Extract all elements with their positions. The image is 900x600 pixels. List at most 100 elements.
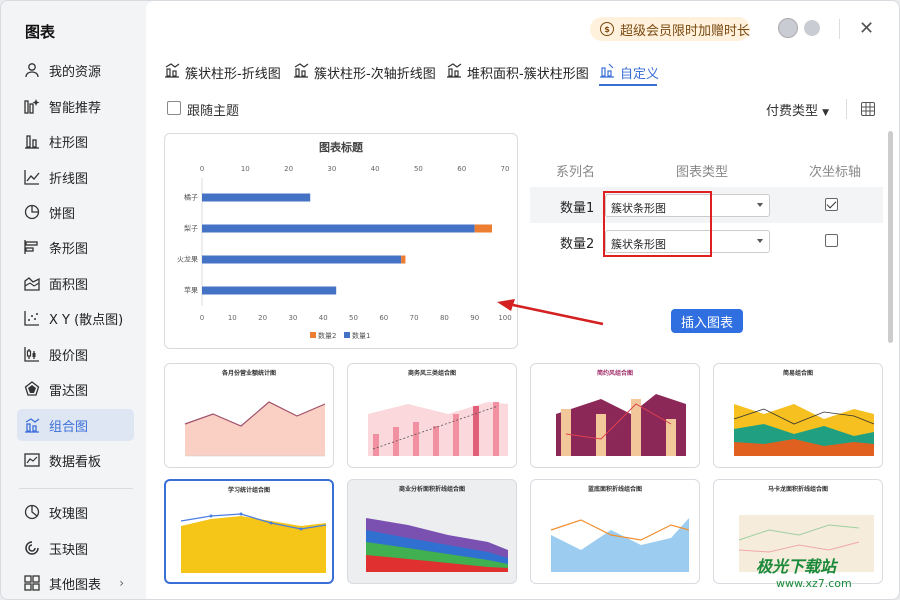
promo-text: 超级会员限时加赠时长	[620, 23, 751, 39]
legend-label: 数量1	[352, 331, 370, 340]
bar-数量1	[202, 193, 311, 202]
user-icon	[23, 61, 41, 79]
tab-label: 簇状柱形-折线图	[185, 66, 281, 82]
sidebar-item-jade[interactable]: 玉玦图	[17, 532, 134, 564]
follow-theme-checkbox[interactable]	[167, 101, 181, 115]
sidebar-item-stock[interactable]: 股价图	[17, 338, 134, 370]
sidebar-item-label: 条形图	[49, 241, 89, 257]
sidebar-item-label: 我的资源	[49, 64, 102, 80]
template-card[interactable]: 简易组合图	[713, 363, 883, 468]
category-label: 苹果	[184, 286, 198, 295]
other-charts-icon	[23, 574, 41, 592]
toolbar-divider	[846, 99, 847, 119]
watermark-url: www.xz7.com	[776, 577, 852, 590]
area-chart-icon	[23, 274, 41, 292]
bar-数量1	[202, 255, 402, 264]
main-panel: $ 超级会员限时加赠时长 ✕ 簇状柱形-折线图 簇状柱形-次轴折线图 堆积面积-…	[146, 1, 899, 599]
template-card[interactable]: 商务风三类组合图	[347, 363, 517, 468]
header-divider	[839, 19, 840, 39]
bottom-tick-label: 0	[200, 314, 204, 322]
top-tick-label: 30	[327, 165, 336, 173]
combo-chart-icon	[164, 62, 180, 82]
template-card[interactable]: 学习统计组合图	[164, 479, 334, 584]
tab-label: 堆积面积-簇状柱形图	[467, 66, 589, 82]
chevron-right-icon: ›	[119, 576, 124, 590]
top-tick-label: 50	[414, 165, 423, 173]
paid-type-label: 付费类型	[766, 104, 819, 119]
avatar[interactable]	[778, 18, 798, 38]
caret-down-icon	[757, 239, 763, 243]
bar-chart-icon	[23, 238, 41, 256]
sidebar-item-label: 智能推荐	[49, 100, 102, 116]
sidebar-item-smart-recommend[interactable]: 智能推荐	[17, 90, 134, 122]
template-card[interactable]: 商业分析面积折线组合图	[347, 479, 517, 584]
sidebar-item-label: 玫瑰图	[49, 506, 89, 522]
settings-icon[interactable]	[804, 20, 820, 36]
series-name: 数量1	[560, 201, 595, 216]
sidebar-item-label: 数据看板	[49, 454, 102, 470]
annotation-arrow	[497, 299, 604, 326]
sidebar-item-pie[interactable]: 饼图	[17, 196, 134, 228]
sidebar-item-my-resources[interactable]: 我的资源	[17, 54, 134, 86]
sidebar-item-dashboard[interactable]: 数据看板	[17, 444, 134, 476]
template-card[interactable]: 简约风组合图	[530, 363, 700, 468]
top-tick-label: 40	[371, 165, 380, 173]
column-chart-icon	[23, 132, 41, 150]
close-icon[interactable]: ✕	[859, 18, 874, 39]
template-card[interactable]: 各月份营业额统计图	[164, 363, 334, 468]
template-preview	[733, 404, 875, 456]
dashboard-icon	[23, 451, 41, 469]
insert-chart-button[interactable]: 插入图表	[671, 309, 743, 333]
chart-title: 图表标题	[319, 140, 364, 154]
sidebar-divider	[19, 488, 133, 489]
tab-stacked-area-column[interactable]: 堆积面积-簇状柱形图	[446, 61, 589, 83]
secondary-axis-checkbox[interactable]	[825, 198, 838, 211]
category-label: 梨子	[184, 224, 198, 233]
sidebar-item-combo[interactable]: 组合图	[17, 409, 134, 441]
scatter-chart-icon	[23, 309, 41, 327]
tab-cluster-secondary-line[interactable]: 簇状柱形-次轴折线图	[293, 61, 436, 83]
bottom-tick-label: 70	[410, 314, 419, 322]
combo-chart-icon	[23, 416, 41, 434]
watermark-logo: 极光下载站	[756, 557, 837, 576]
paid-type-dropdown[interactable]: 付费类型 ▼	[766, 100, 829, 119]
tab-custom[interactable]: 自定义	[599, 61, 659, 83]
sidebar-item-label: 其他图表	[49, 577, 102, 593]
sidebar-item-rose[interactable]: 玫瑰图	[17, 496, 134, 528]
col-header-chart-type: 图表类型	[676, 165, 729, 180]
sidebar-item-line[interactable]: 折线图	[17, 161, 134, 193]
sidebar-item-bar[interactable]: 条形图	[17, 231, 134, 263]
sidebar-item-label: 面积图	[49, 277, 89, 293]
sidebar-item-label: 饼图	[49, 206, 76, 222]
custom-chart-icon	[599, 62, 615, 82]
grid-view-icon[interactable]	[861, 102, 875, 116]
legend-swatch	[344, 332, 350, 338]
smart-icon	[23, 97, 41, 115]
sidebar-item-other[interactable]: 其他图表 ›	[17, 567, 134, 599]
bar-数量1	[202, 224, 475, 233]
sidebar-item-label: 组合图	[49, 419, 89, 435]
sidebar-item-scatter[interactable]: X Y (散点图)	[17, 302, 134, 334]
chart-dialog: 图表 我的资源 智能推荐 柱形图 折线图 饼图 条形图 面积图 X Y (散点图…	[0, 0, 900, 600]
sidebar: 图表 我的资源 智能推荐 柱形图 折线图 饼图 条形图 面积图 X Y (散点图…	[1, 1, 146, 599]
tab-cluster-line[interactable]: 簇状柱形-折线图	[164, 61, 281, 83]
promo-badge[interactable]: $ 超级会员限时加赠时长	[590, 17, 750, 41]
secondary-axis-checkbox[interactable]	[825, 234, 838, 247]
sidebar-item-column[interactable]: 柱形图	[17, 125, 134, 157]
caret-down-icon: ▼	[822, 108, 830, 118]
jade-ring-icon	[23, 539, 41, 557]
legend-swatch	[310, 332, 316, 338]
stock-chart-icon	[23, 345, 41, 363]
template-card[interactable]: 蓝底面积折线组合图	[530, 479, 700, 584]
top-tick-label: 70	[501, 165, 510, 173]
series-name: 数量2	[560, 237, 595, 252]
sidebar-item-area[interactable]: 面积图	[17, 267, 134, 299]
sidebar-item-radar[interactable]: 雷达图	[17, 373, 134, 405]
scrollbar[interactable]	[888, 131, 893, 343]
template-preview	[368, 402, 508, 456]
bottom-tick-label: 60	[379, 314, 388, 322]
template-preview	[366, 518, 508, 572]
legend-label: 数量2	[318, 331, 336, 340]
bottom-tick-label: 30	[288, 314, 297, 322]
sidebar-item-label: X Y (散点图)	[49, 312, 124, 328]
